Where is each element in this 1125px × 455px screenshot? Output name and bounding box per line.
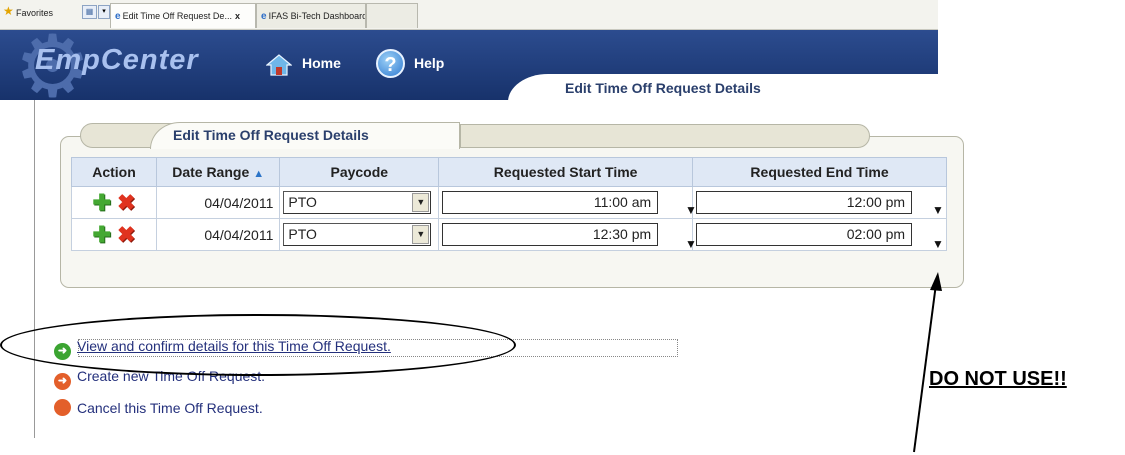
annotation-warning: DO NOT USE!! bbox=[929, 368, 1067, 390]
